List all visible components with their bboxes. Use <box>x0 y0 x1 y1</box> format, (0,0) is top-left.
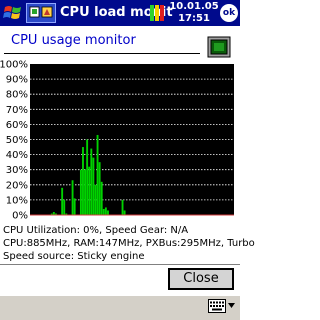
y-tick-label: 20% <box>6 180 28 191</box>
y-tick-label: 100% <box>0 60 28 71</box>
cpu-utilization-text: CPU Utilization: 0%, Speed Gear: N/A <box>3 225 189 236</box>
cpu-usage-bar <box>92 157 95 215</box>
speed-source-text: Speed source: Sticky engine <box>3 251 145 262</box>
cpu-usage-bar <box>96 134 99 215</box>
command-bar <box>0 295 240 320</box>
y-tick-label: 50% <box>6 135 28 146</box>
cpu-usage-bar <box>71 180 74 215</box>
taskbar-apps-glyph-icon <box>29 6 53 18</box>
clock[interactable]: 10.01.05 17:51 <box>168 1 220 25</box>
cpu-usage-bar <box>94 184 97 215</box>
y-tick-label: 30% <box>6 165 28 176</box>
cpu-usage-bar <box>61 187 64 215</box>
y-tick-label: 90% <box>6 75 28 86</box>
cpu-usage-bar <box>100 181 103 215</box>
y-tick-label: 40% <box>6 150 28 161</box>
clock-time: 17:51 <box>178 13 210 24</box>
cpu-usage-chart: 100% 90% 80% 70% 60% 50% 40% 30% 20% 10% 0% <box>0 60 234 221</box>
close-button[interactable]: Close <box>168 268 234 290</box>
running-apps-icon[interactable] <box>26 3 56 23</box>
cpu-chip-icon <box>207 36 231 58</box>
header-divider <box>4 53 200 54</box>
y-tick-label: 0% <box>12 211 28 221</box>
start-windows-icon[interactable] <box>2 3 24 23</box>
y-tick-label: 60% <box>6 120 28 131</box>
cpu-usage-bar <box>102 208 105 215</box>
footer-divider <box>0 264 240 265</box>
cpu-usage-bar <box>86 139 89 215</box>
clock-speeds-text: CPU:885MHz, RAM:147MHz, PXBus:295MHz, Tu… <box>3 238 255 249</box>
cpu-usage-bar <box>123 210 126 215</box>
cpu-usage-bar <box>84 169 86 215</box>
cpu-usage-bar <box>88 166 91 215</box>
cpu-usage-bar <box>73 198 76 215</box>
cpu-usage-bar <box>82 147 84 215</box>
cpu-usage-bar <box>90 148 93 215</box>
ok-button[interactable]: ok <box>220 4 238 22</box>
cpu-usage-bar <box>98 162 101 215</box>
keyboard-icon[interactable] <box>208 299 226 313</box>
y-tick-label: 70% <box>6 105 28 116</box>
cpu-usage-bar <box>79 169 82 215</box>
cpu-usage-bar <box>63 199 66 215</box>
page-title: CPU usage monitor <box>11 33 136 48</box>
signal-level-icon[interactable] <box>149 3 165 23</box>
cpu-usage-bar <box>104 207 107 215</box>
cpu-usage-bar <box>121 199 124 215</box>
input-menu-arrow-icon[interactable] <box>228 303 235 308</box>
cpu-usage-bar <box>107 210 109 215</box>
y-tick-label: 10% <box>6 195 28 206</box>
clock-date: 10.01.05 <box>169 1 219 12</box>
y-tick-label: 80% <box>6 90 28 101</box>
